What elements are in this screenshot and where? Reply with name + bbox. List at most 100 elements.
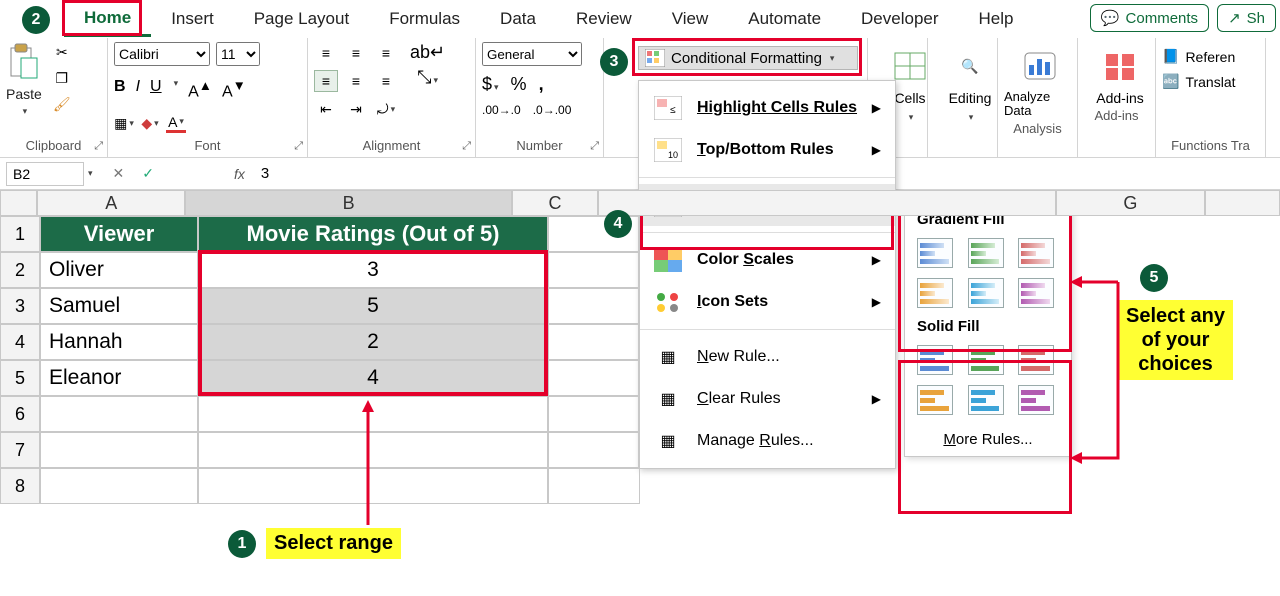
tab-home[interactable]: Home xyxy=(64,2,151,37)
cell-viewer[interactable]: Hannah xyxy=(40,324,198,360)
tab-developer[interactable]: Developer xyxy=(841,3,959,35)
editing-button[interactable]: 🔍 Editing▾ xyxy=(934,42,1006,123)
row-header[interactable]: 3 xyxy=(0,288,40,324)
align-middle-icon[interactable]: ≡ xyxy=(344,42,368,64)
addins-button[interactable]: Add-ins xyxy=(1084,42,1156,106)
align-right-icon[interactable]: ≡ xyxy=(374,70,398,92)
align-bottom-icon[interactable]: ≡ xyxy=(374,42,398,64)
decrease-decimal-icon[interactable]: .0→.00 xyxy=(533,103,572,117)
increase-font-icon[interactable]: A▲ xyxy=(188,78,212,101)
annotation-highlight-cf xyxy=(632,38,862,76)
tab-formulas[interactable]: Formulas xyxy=(369,3,480,35)
col-header-A[interactable]: A xyxy=(37,190,185,216)
cell-rating[interactable]: 2 xyxy=(198,324,548,360)
copy-icon[interactable]: ❐ xyxy=(52,68,72,88)
row-header[interactable]: 2 xyxy=(0,252,40,288)
row-header[interactable]: 6 xyxy=(0,396,40,432)
dialog-launcher-icon[interactable]: ⤢ xyxy=(590,140,599,153)
chevron-right-icon: ▶ xyxy=(872,143,881,157)
cell[interactable] xyxy=(548,432,640,468)
row-header[interactable]: 4 xyxy=(0,324,40,360)
decrease-font-icon[interactable]: A▼ xyxy=(222,78,246,101)
annotation-arrow xyxy=(1070,278,1120,468)
cf-highlight-cells[interactable]: ≤ Highlight Cells Rules ▶ xyxy=(639,87,895,129)
group-label-number: Number xyxy=(482,136,597,157)
translate-button[interactable]: 🔤Translat xyxy=(1162,73,1236,90)
analyze-data-button[interactable]: Analyze Data xyxy=(1004,42,1076,119)
dialog-launcher-icon[interactable]: ⤢ xyxy=(94,140,103,153)
annotation-arrow xyxy=(358,400,378,530)
tab-insert[interactable]: Insert xyxy=(151,3,234,35)
cell[interactable] xyxy=(548,396,640,432)
bold-button[interactable]: B xyxy=(114,78,126,101)
select-all[interactable] xyxy=(0,190,37,216)
increase-decimal-icon[interactable]: .00→.0 xyxy=(482,103,521,117)
cell-rating[interactable]: 4 xyxy=(198,360,548,396)
underline-button[interactable]: U xyxy=(150,78,162,101)
cell-viewer[interactable]: Samuel xyxy=(40,288,198,324)
fx-icon[interactable]: fx xyxy=(234,166,245,182)
row-header[interactable]: 1 xyxy=(0,216,40,252)
tab-pagelayout[interactable]: Page Layout xyxy=(234,3,369,35)
tab-data[interactable]: Data xyxy=(480,3,556,35)
cell[interactable] xyxy=(548,252,640,288)
header-viewer[interactable]: Viewer xyxy=(40,216,198,252)
cell-viewer[interactable]: Oliver xyxy=(40,252,198,288)
cf-top-bottom[interactable]: 10 TTop/Bottom Rulesop/Bottom Rules ▶ xyxy=(639,129,895,171)
merge-center-icon[interactable]: ⤡▾ xyxy=(417,67,438,88)
comments-button[interactable]: 💬Comments xyxy=(1090,4,1209,32)
chevron-down-icon[interactable]: ▾ xyxy=(88,168,93,179)
tab-automate[interactable]: Automate xyxy=(728,3,841,35)
cut-icon[interactable]: ✂ xyxy=(52,42,72,62)
row-header[interactable]: 8 xyxy=(0,468,40,504)
italic-button[interactable]: I xyxy=(136,78,140,101)
align-left-icon[interactable]: ≡ xyxy=(314,70,338,92)
cell[interactable] xyxy=(548,360,640,396)
col-header-C[interactable]: C xyxy=(512,190,598,216)
cell[interactable] xyxy=(40,396,198,432)
wrap-text-icon[interactable]: ab↵ xyxy=(410,42,445,63)
cell[interactable] xyxy=(40,468,198,504)
dialog-launcher-icon[interactable]: ⤢ xyxy=(294,140,303,153)
comma-icon[interactable]: , xyxy=(539,74,544,95)
increase-indent-icon[interactable]: ⇥ xyxy=(344,98,368,120)
accounting-icon[interactable]: $▾ xyxy=(482,74,499,95)
header-ratings[interactable]: Movie Ratings (Out of 5) xyxy=(198,216,548,252)
decrease-indent-icon[interactable]: ⇤ xyxy=(314,98,338,120)
orientation-icon[interactable]: ⤾▾ xyxy=(374,98,398,120)
format-painter-icon[interactable]: 🖌 xyxy=(52,94,72,114)
tab-view[interactable]: View xyxy=(652,3,729,35)
cell-viewer[interactable]: Eleanor xyxy=(40,360,198,396)
font-size-select[interactable]: 11 xyxy=(216,42,260,66)
comment-icon: 💬 xyxy=(1101,9,1120,27)
borders-icon[interactable]: ▦▾ xyxy=(114,113,134,133)
reference-button[interactable]: 📘Referen xyxy=(1162,48,1235,65)
number-format-select[interactable]: General xyxy=(482,42,582,66)
cell[interactable] xyxy=(548,324,640,360)
analyze-icon xyxy=(1022,48,1058,84)
col-header-B[interactable]: B xyxy=(185,190,512,216)
name-box[interactable] xyxy=(6,162,84,186)
fill-color-icon[interactable]: ◆▾ xyxy=(140,113,160,133)
cell[interactable] xyxy=(548,288,640,324)
font-name-select[interactable]: Calibri xyxy=(114,42,210,66)
font-color-icon[interactable]: A▾ xyxy=(166,113,186,133)
cell[interactable] xyxy=(548,468,640,504)
percent-icon[interactable]: % xyxy=(511,74,527,95)
cell[interactable] xyxy=(40,432,198,468)
align-top-icon[interactable]: ≡ xyxy=(314,42,338,64)
col-header-G[interactable]: G xyxy=(1056,190,1206,216)
row-header[interactable]: 7 xyxy=(0,432,40,468)
cell-rating[interactable]: 3 xyxy=(198,252,548,288)
share-button[interactable]: ↗Sh xyxy=(1217,4,1276,32)
cell-rating[interactable]: 5 xyxy=(198,288,548,324)
cancel-icon[interactable]: ✕ xyxy=(113,165,125,182)
formula-input[interactable]: 3 xyxy=(253,161,277,186)
enter-icon[interactable]: ✓ xyxy=(142,165,154,182)
tab-help[interactable]: Help xyxy=(959,3,1034,35)
dialog-launcher-icon[interactable]: ⤢ xyxy=(462,140,471,153)
tab-review[interactable]: Review xyxy=(556,3,652,35)
paste-button[interactable]: Paste ▾ xyxy=(6,42,42,117)
row-header[interactable]: 5 xyxy=(0,360,40,396)
align-center-icon[interactable]: ≡ xyxy=(344,70,368,92)
